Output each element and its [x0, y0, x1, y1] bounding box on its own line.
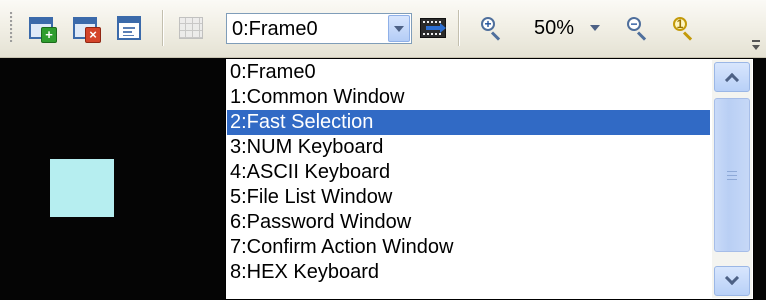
chevron-down-icon — [724, 270, 740, 286]
frame-list-item-selected[interactable]: 2:Fast Selection — [227, 110, 710, 135]
toolbar: + × 0:Frame0 + 50% − 1 — [0, 0, 766, 58]
zoom-in-icon: + — [479, 16, 503, 41]
frame-properties-icon — [117, 16, 141, 40]
frame-list: 0:Frame0 1:Common Window 2:Fast Selectio… — [227, 60, 710, 298]
frame-select[interactable]: 0:Frame0 — [226, 13, 412, 44]
frame-list-item[interactable]: 0:Frame0 — [227, 60, 710, 85]
toolbar-separator — [458, 10, 459, 46]
canvas-shape[interactable] — [50, 159, 114, 217]
chevron-down-icon — [590, 25, 600, 31]
add-frame-button[interactable]: + — [24, 11, 58, 45]
frame-list-item[interactable]: 5:File List Window — [227, 185, 710, 210]
toolbar-separator — [162, 10, 163, 46]
toolbar-grip[interactable] — [10, 12, 14, 42]
zoom-value: 50% — [534, 17, 575, 39]
delete-frame-icon: × — [73, 17, 101, 43]
frame-list-item[interactable]: 7:Confirm Action Window — [227, 235, 710, 260]
add-frame-icon: + — [29, 17, 57, 43]
grip-icon — [727, 170, 737, 180]
scroll-down-button[interactable] — [714, 266, 750, 296]
frame-list-item[interactable]: 6:Password Window — [227, 210, 710, 235]
toolbar-overflow-icon[interactable] — [752, 40, 760, 50]
grid-icon — [179, 17, 203, 39]
zoom-reset-icon: 1 — [671, 16, 695, 41]
zoom-in-button[interactable]: + — [474, 11, 508, 45]
frame-select-dropdown-button[interactable] — [388, 15, 410, 42]
grid-button[interactable] — [174, 11, 208, 45]
zoom-reset-button[interactable]: 1 — [666, 11, 700, 45]
frame-properties-button[interactable] — [112, 11, 146, 45]
dropdown-scrollbar[interactable] — [712, 60, 752, 298]
scroll-up-button[interactable] — [714, 62, 750, 92]
delete-frame-button[interactable]: × — [68, 11, 102, 45]
frame-list-item[interactable]: 1:Common Window — [227, 85, 710, 110]
go-to-frame-icon — [420, 18, 446, 38]
frame-list-item[interactable]: 4:ASCII Keyboard — [227, 160, 710, 185]
zoom-out-icon: − — [625, 16, 649, 41]
scroll-thumb[interactable] — [714, 98, 750, 252]
go-to-frame-button[interactable] — [416, 11, 450, 45]
chevron-up-icon — [724, 72, 740, 88]
chevron-down-icon — [394, 25, 404, 32]
frame-editor-window: + × 0:Frame0 + 50% − 1 0:Frame0 1:Common… — [0, 0, 766, 300]
frame-dropdown-list[interactable]: 0:Frame0 1:Common Window 2:Fast Selectio… — [225, 58, 754, 300]
zoom-out-button[interactable]: − — [620, 11, 654, 45]
frame-list-item[interactable]: 3:NUM Keyboard — [227, 135, 710, 160]
zoom-select[interactable]: 50% — [528, 13, 606, 43]
frame-select-value: 0:Frame0 — [232, 18, 318, 40]
frame-list-item[interactable]: 8:HEX Keyboard — [227, 260, 710, 285]
